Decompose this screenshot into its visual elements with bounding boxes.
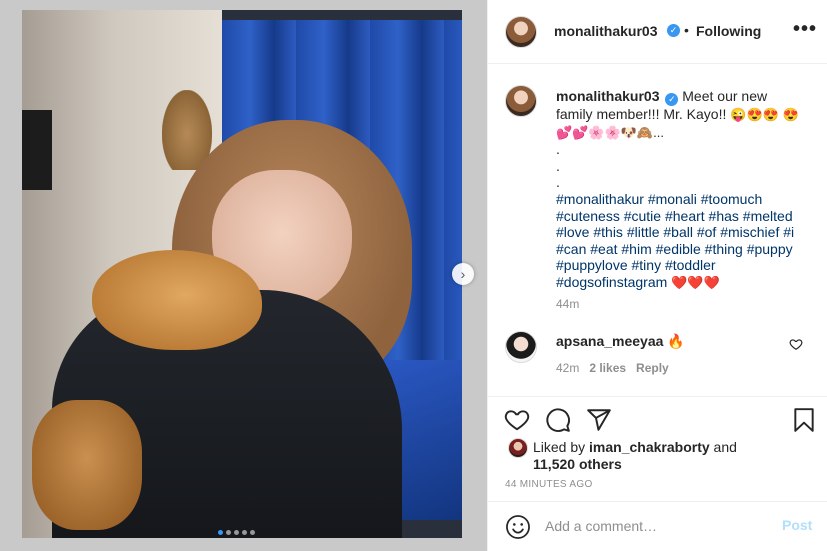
- post-timestamp: 44 MINUTES AGO: [505, 479, 593, 490]
- caption-dot: .: [556, 141, 560, 158]
- likes-summary: Liked by iman_chakraborty and 11,520 oth…: [533, 439, 773, 473]
- add-comment-bar: Post: [488, 501, 827, 551]
- like-heart-icon[interactable]: [504, 407, 530, 433]
- carousel-dot: [218, 530, 223, 535]
- following-button[interactable]: Following: [696, 23, 761, 39]
- photo-shelf: [22, 110, 52, 190]
- verified-badge-icon: ✓: [665, 93, 679, 106]
- bookmark-save-icon[interactable]: [791, 407, 817, 433]
- caption-author-avatar[interactable]: [505, 85, 537, 117]
- carousel-next-button[interactable]: ›: [452, 263, 474, 285]
- caption-dot: .: [556, 157, 560, 174]
- comments-section[interactable]: monalithakur03 ✓ Meet our new family mem…: [488, 65, 827, 396]
- post-header: monalithakur03 ✓ • Following •••: [488, 0, 827, 64]
- caption-hearts: ❤️❤️❤️: [671, 274, 720, 290]
- likes-others-link[interactable]: 11,520 others: [533, 456, 622, 472]
- caption-emojis: 😜😍😍: [730, 107, 779, 122]
- caption-timestamp: 44m: [556, 297, 580, 311]
- photo-pane: ›: [0, 0, 487, 551]
- comment-reply-link[interactable]: Reply: [636, 361, 669, 375]
- post-photo[interactable]: [22, 10, 462, 538]
- comment-meta: 42m 2 likes Reply: [556, 361, 669, 375]
- carousel-dot: [234, 530, 239, 535]
- likes-prefix: Liked by: [533, 439, 590, 455]
- comment-likes-link[interactable]: 2 likes: [589, 361, 626, 375]
- emoji-smiley-icon[interactable]: [505, 514, 531, 540]
- comment-body: apsana_meeyaa 🔥: [556, 333, 685, 350]
- comment-timestamp: 42m: [556, 361, 580, 375]
- comment-input[interactable]: [545, 516, 765, 536]
- post-caption: monalithakur03 ✓ Meet our new family mem…: [556, 88, 806, 292]
- likes-middle: and: [709, 439, 737, 455]
- fire-emoji: 🔥: [667, 333, 685, 349]
- commenter-username[interactable]: apsana_meeyaa: [556, 333, 663, 349]
- more-options-icon[interactable]: •••: [793, 18, 817, 41]
- share-send-icon[interactable]: [586, 407, 612, 433]
- verified-badge-icon: ✓: [667, 24, 680, 37]
- author-username[interactable]: monalithakur03: [554, 23, 657, 39]
- author-avatar[interactable]: [505, 16, 537, 48]
- commenter-avatar[interactable]: [505, 331, 537, 363]
- chevron-right-icon: ›: [460, 266, 466, 282]
- carousel-dot: [250, 530, 255, 535]
- photo-puppy-body: [32, 400, 142, 530]
- caption-username[interactable]: monalithakur03: [556, 88, 659, 104]
- liker-username[interactable]: iman_chakraborty: [589, 439, 710, 455]
- heart-outline-icon[interactable]: [789, 337, 803, 351]
- caption-dot: .: [556, 174, 560, 191]
- liker-avatar[interactable]: [508, 438, 528, 458]
- post-side-panel: monalithakur03 ✓ • Following ••• monalit…: [487, 0, 827, 551]
- post-comment-button[interactable]: Post: [782, 517, 812, 533]
- header-separator: •: [684, 22, 689, 38]
- comment-bubble-icon[interactable]: [545, 407, 571, 433]
- carousel-indicator: [218, 530, 255, 535]
- carousel-dot: [242, 530, 247, 535]
- photo-puppy: [92, 250, 262, 350]
- action-bar: Liked by iman_chakraborty and 11,520 oth…: [488, 396, 827, 500]
- carousel-dot: [226, 530, 231, 535]
